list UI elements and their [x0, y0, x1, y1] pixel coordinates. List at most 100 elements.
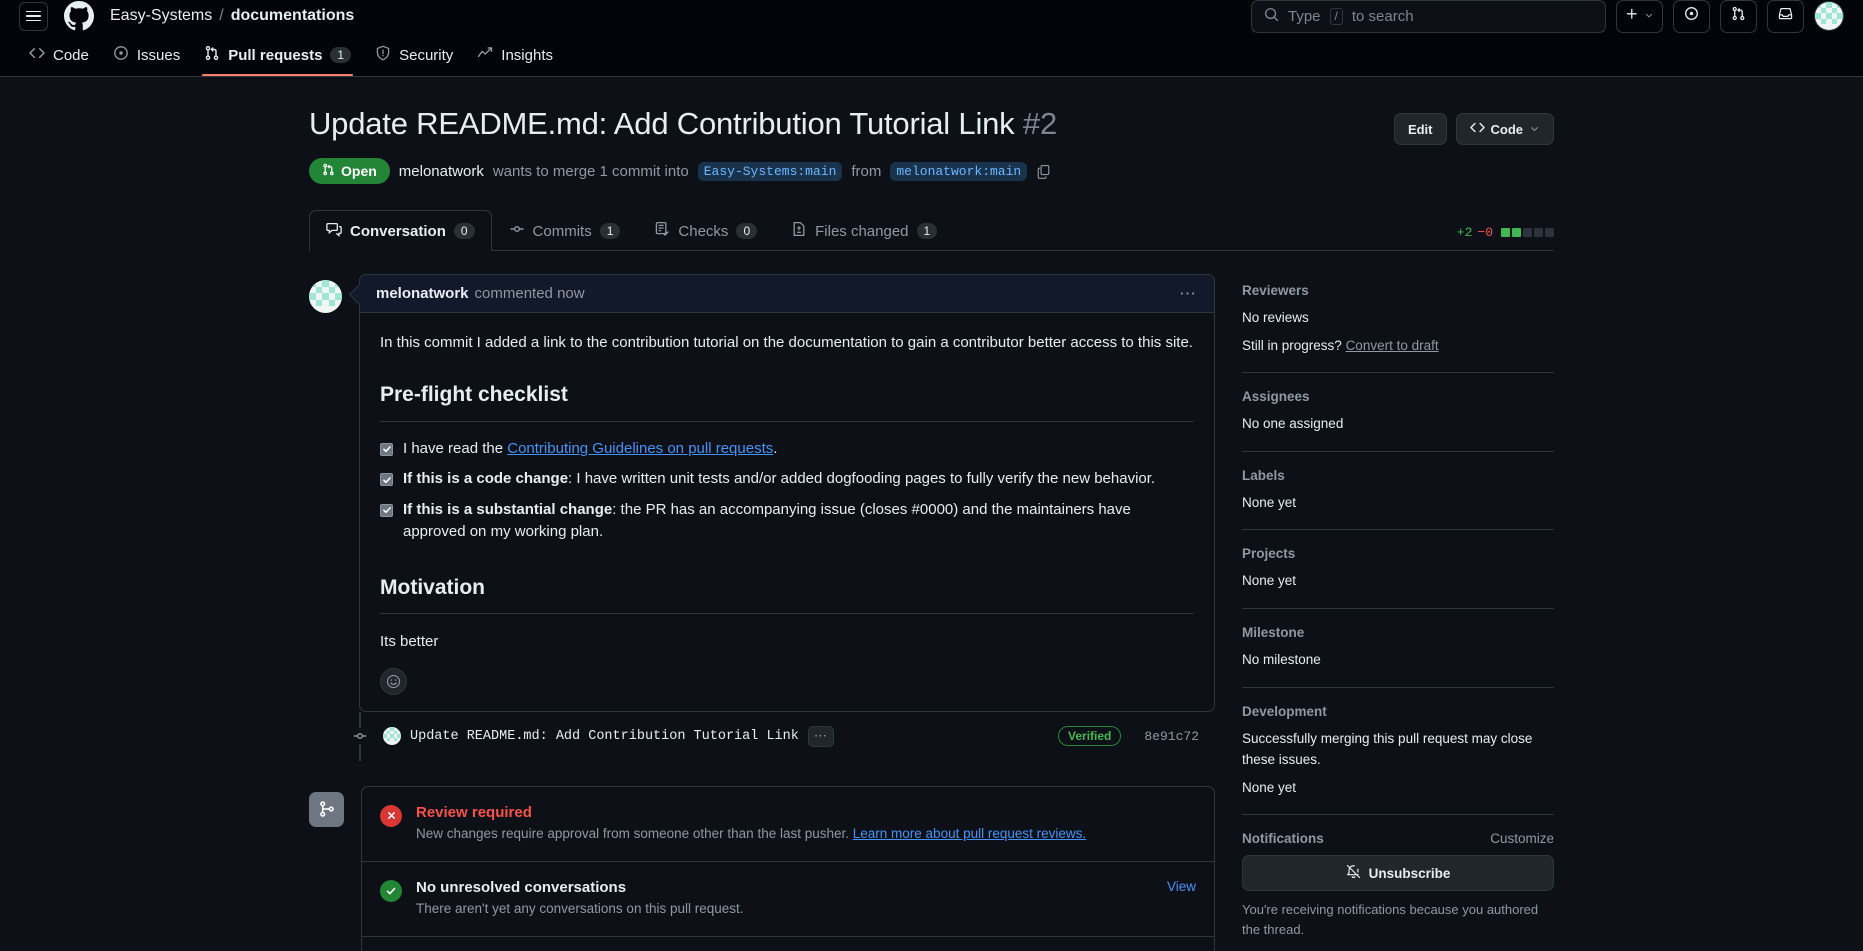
pr-meta-row: Open melonatwork wants to merge 1 commit… [309, 158, 1554, 184]
contributing-guidelines-link[interactable]: Contributing Guidelines on pull requests [507, 440, 773, 457]
timeline-commit-row: Update README.md: Add Contribution Tutor… [359, 712, 1215, 761]
code-button-label: Code [1491, 122, 1524, 137]
issue-opened-icon [1684, 6, 1699, 26]
checklist-bold-2: If this is a substantial change [403, 501, 612, 518]
comment-author[interactable]: melonatwork [376, 285, 469, 302]
merge-check-review-required: Review required New changes require appr… [362, 787, 1214, 862]
repo-nav-issues[interactable]: Issues [103, 45, 190, 76]
repo-nav-code[interactable]: Code [19, 45, 99, 76]
sidebar-milestone-heading: Milestone [1242, 625, 1554, 640]
checkbox-checked-icon[interactable] [380, 504, 393, 517]
checkbox-checked-icon[interactable] [380, 473, 393, 486]
repo-nav-pull-requests-count: 1 [330, 47, 351, 63]
sidebar-projects-label: Projects [1242, 546, 1295, 561]
list-item-text: If this is a code change: I have written… [403, 468, 1155, 491]
notifications-inbox-button[interactable] [1767, 0, 1804, 33]
unsubscribe-button[interactable]: Unsubscribe [1242, 855, 1554, 891]
head-branch-tag[interactable]: melonatwork:main [890, 162, 1027, 181]
pr-title-text: Update README.md: Add Contribution Tutor… [309, 106, 1014, 141]
code-icon [1470, 120, 1485, 138]
comment-thread: melonatwork commented now ⋯ In this comm… [309, 274, 1215, 712]
sidebar-section-notifications: Notifications Customize Unsubscribe You'… [1242, 831, 1554, 951]
commit-sha[interactable]: 8e91c72 [1144, 729, 1199, 744]
your-issues-button[interactable] [1673, 0, 1710, 33]
status-badge-label: Open [341, 163, 377, 179]
avatar[interactable] [309, 280, 342, 313]
status-badge: Open [309, 158, 390, 184]
breadcrumb-separator: / [219, 7, 223, 25]
learn-more-reviews-link[interactable]: Learn more about pull request reviews. [853, 826, 1086, 841]
repo-nav-insights[interactable]: Insights [467, 45, 563, 76]
tab-files-changed[interactable]: Files changed 1 [774, 210, 954, 251]
create-new-button[interactable] [1616, 0, 1663, 33]
repo-nav-security[interactable]: Security [365, 45, 463, 76]
repo-nav-security-label: Security [399, 47, 453, 64]
repository-nav: Code Issues Pull requests 1 Security Ins… [0, 32, 1863, 77]
merge-check-desc: There aren't yet any conversations on th… [416, 899, 1137, 919]
sidebar-draft-row: Still in progress? Convert to draft [1242, 335, 1554, 357]
sidebar-section-milestone: Milestone No milestone [1242, 625, 1554, 688]
motivation-heading: Motivation [380, 572, 1194, 615]
search-placeholder-suffix: to search [1352, 8, 1414, 25]
chevron-down-icon [1644, 7, 1654, 25]
git-pull-request-icon [1731, 6, 1746, 26]
avatar[interactable] [1814, 1, 1844, 31]
sidebar-labels-label: Labels [1242, 468, 1285, 483]
header-right-group: Type / to search [1251, 0, 1844, 33]
verified-badge[interactable]: Verified [1058, 726, 1121, 746]
your-pull-requests-button[interactable] [1720, 0, 1757, 33]
checklist-suffix-1: : I have written unit tests and/or added… [568, 470, 1155, 487]
pr-number: #2 [1023, 106, 1057, 141]
search-input[interactable]: Type / to search [1251, 0, 1606, 33]
repo-nav-pull-requests[interactable]: Pull requests 1 [194, 45, 361, 76]
search-icon [1264, 7, 1279, 26]
edit-button[interactable]: Edit [1394, 113, 1447, 145]
merge-check-desc: New changes require approval from someon… [416, 824, 1196, 844]
tab-conversation[interactable]: Conversation 0 [309, 210, 492, 251]
tab-files-changed-label: Files changed [815, 223, 908, 240]
tab-commits[interactable]: Commits 1 [492, 210, 638, 251]
tab-checks-count: 0 [736, 223, 757, 239]
base-branch-tag[interactable]: Easy-Systems:main [698, 162, 843, 181]
commit-message[interactable]: Update README.md: Add Contribution Tutor… [410, 729, 799, 744]
sidebar-draft-prefix: Still in progress? [1242, 338, 1342, 353]
breadcrumb-repo[interactable]: documentations [231, 7, 355, 25]
list-item-text: I have read the Contributing Guidelines … [403, 438, 777, 461]
view-conversations-link[interactable]: View [1151, 879, 1196, 894]
file-diff-icon [791, 221, 807, 241]
comment-box: melonatwork commented now ⋯ In this comm… [359, 274, 1215, 712]
comment-body: In this commit I added a link to the con… [360, 313, 1214, 711]
sidebar-milestone-value: No milestone [1242, 649, 1554, 671]
hamburger-icon[interactable] [19, 2, 48, 31]
code-icon [29, 45, 45, 65]
sidebar-projects-heading: Projects [1242, 546, 1554, 561]
kebab-horizontal-icon[interactable]: ⋯ [1179, 289, 1198, 299]
checklist-icon [654, 221, 670, 241]
code-button[interactable]: Code [1456, 113, 1555, 145]
tab-checks[interactable]: Checks 0 [637, 210, 774, 251]
pr-author[interactable]: melonatwork [399, 163, 484, 180]
commit-inner: Update README.md: Add Contribution Tutor… [383, 726, 1199, 747]
sidebar-notifications-heading: Notifications Customize [1242, 831, 1554, 846]
convert-to-draft-link[interactable]: Convert to draft [1346, 338, 1439, 353]
smiley-icon[interactable] [380, 668, 407, 695]
graph-icon [477, 45, 493, 65]
chevron-down-icon [1529, 122, 1540, 137]
kebab-horizontal-icon[interactable]: ⋯ [808, 726, 834, 747]
sidebar-section-development: Development Successfully merging this pu… [1242, 704, 1554, 816]
customize-notifications-link[interactable]: Customize [1490, 831, 1554, 846]
tab-conversation-label: Conversation [350, 223, 446, 240]
motivation-body: Its better [380, 630, 1194, 653]
breadcrumb-owner[interactable]: Easy-Systems [110, 7, 212, 25]
plus-icon [1625, 7, 1639, 26]
repo-nav-code-label: Code [53, 47, 89, 64]
checkbox-checked-icon[interactable] [380, 443, 393, 456]
sidebar-section-projects: Projects None yet [1242, 546, 1554, 609]
avatar[interactable] [383, 727, 401, 745]
sidebar-labels-heading: Labels [1242, 468, 1554, 483]
copy-icon[interactable] [1036, 164, 1051, 179]
x-icon [380, 805, 402, 827]
checklist-heading: Pre-flight checklist [380, 379, 1194, 422]
github-logo-icon[interactable] [64, 1, 94, 31]
merge-status-box: Review required New changes require appr… [361, 786, 1215, 951]
